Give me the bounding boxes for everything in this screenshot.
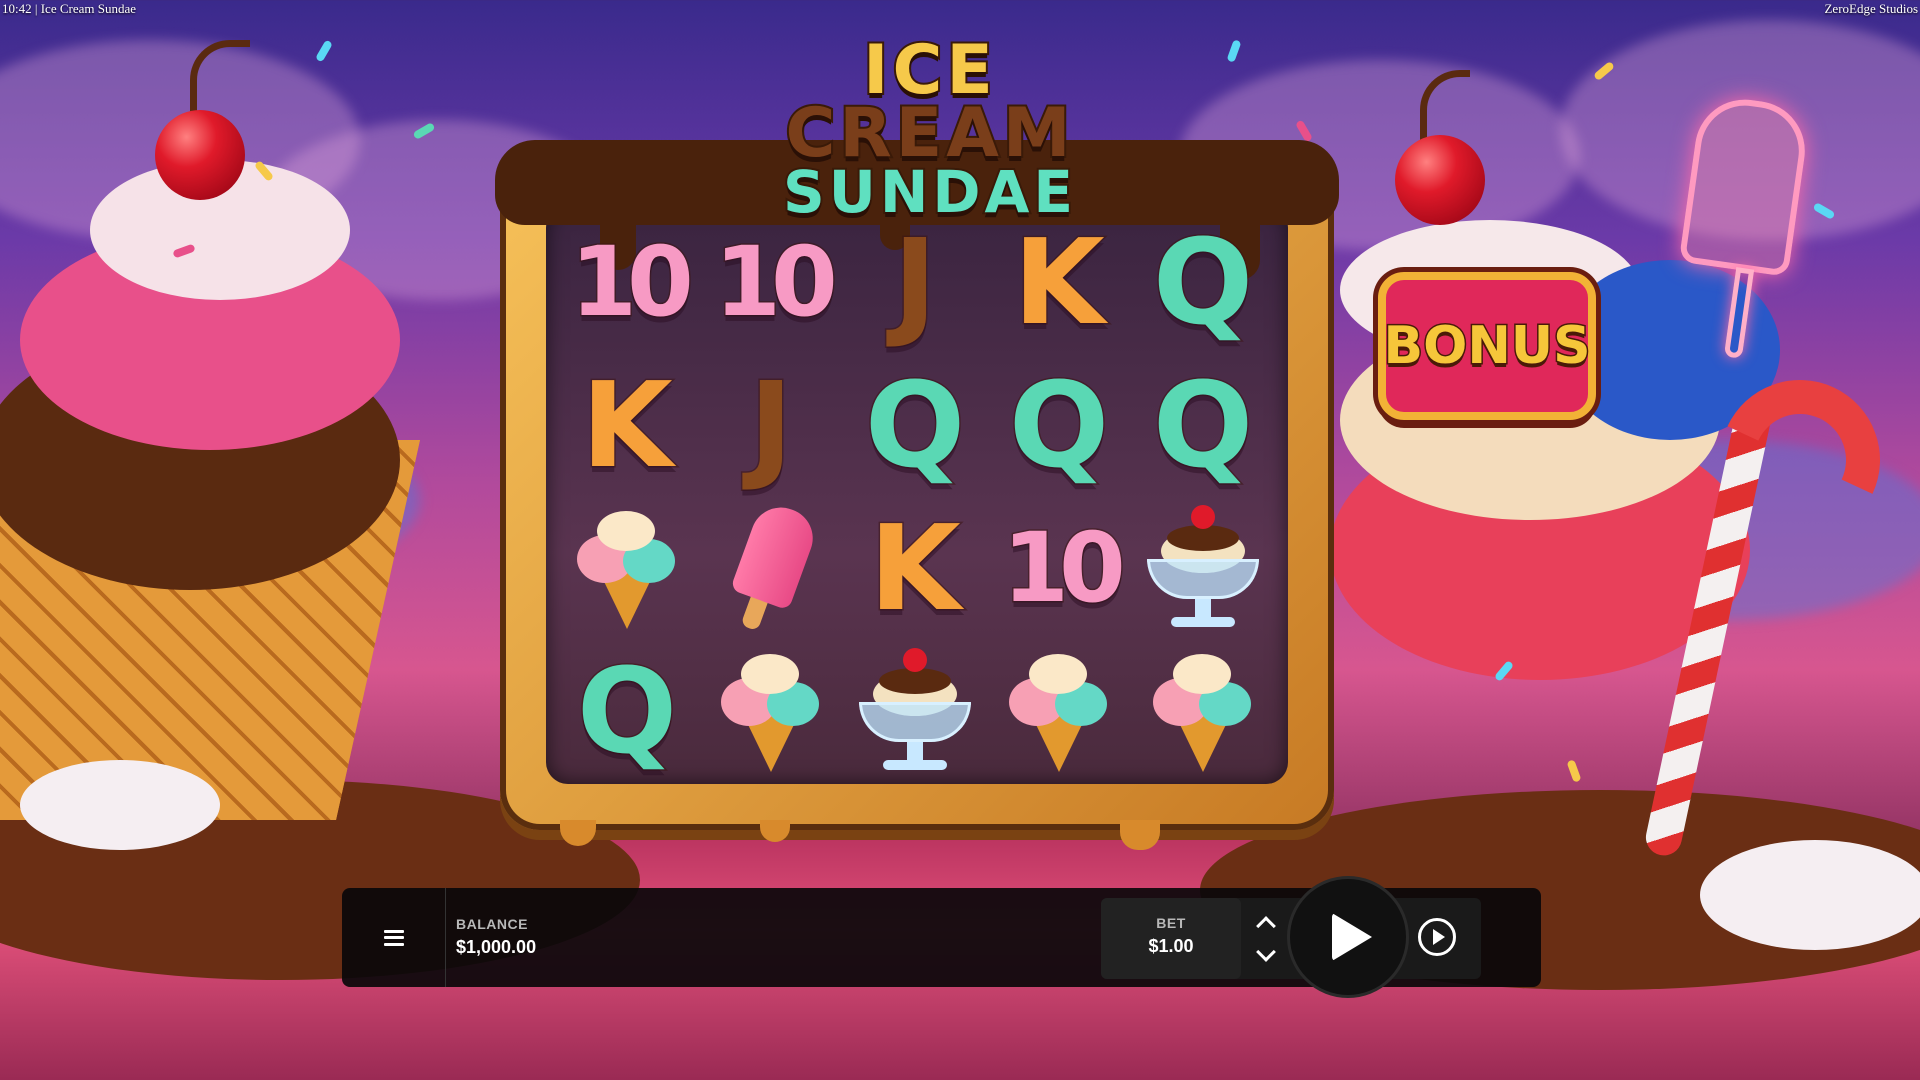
symbol-q: Q (1007, 355, 1110, 494)
reel-symbol: 10 (987, 496, 1131, 639)
reel-grid: 10 10 J K Q K J Q Q Q K 10 Q (555, 210, 1275, 785)
left-cherry (155, 110, 245, 200)
symbol-k: K (868, 498, 962, 637)
reel-symbol: K (843, 496, 987, 639)
sundae-icon (1141, 503, 1265, 633)
right-cherry (1395, 135, 1485, 225)
reel-symbol: J (843, 210, 987, 353)
menu-button[interactable] (342, 888, 446, 987)
reel-symbol (699, 496, 843, 639)
reel-symbol (1131, 496, 1275, 639)
chevron-up-icon[interactable] (1256, 915, 1276, 936)
window-title: 10:42 | Ice Cream Sundae (2, 1, 137, 16)
play-icon (1332, 913, 1372, 961)
popsicle-icon (696, 485, 846, 649)
reel-symbol: Q (843, 353, 987, 496)
symbol-k: K (1012, 212, 1106, 351)
reel-symbol: Q (1131, 210, 1275, 353)
bet-value: $1.00 (1148, 936, 1194, 956)
ice-cream-cone-icon (1143, 646, 1263, 776)
symbol-q: Q (863, 355, 966, 494)
bet-adjuster (1246, 898, 1286, 979)
bonus-label: BONUS (1382, 315, 1592, 378)
symbol-q: Q (1151, 212, 1254, 351)
reel-symbol: Q (1131, 353, 1275, 496)
studio-name: ZeroEdge Studios (1824, 1, 1918, 16)
reel-symbol (555, 496, 699, 639)
chevron-down-icon[interactable] (1256, 941, 1276, 962)
reel-symbol (987, 639, 1131, 782)
balance-value: $1,000.00 (456, 937, 537, 957)
logo-line-sundae: SUNDAE (781, 158, 1078, 226)
reel-symbol: Q (987, 353, 1131, 496)
logo-line-cream: CREAM (783, 94, 1075, 173)
ice-cream-cone-icon (999, 646, 1119, 776)
symbol-ten: 10 (1001, 511, 1128, 624)
balance-display: BALANCE $1,000.00 (456, 916, 536, 958)
reel-symbol: K (987, 210, 1131, 353)
ice-cream-cone-icon (567, 503, 687, 633)
reel-symbol: 10 (699, 210, 843, 353)
symbol-ten: 10 (569, 225, 696, 338)
hamburger-menu-icon (383, 929, 404, 946)
ice-cream-cone-icon (711, 646, 831, 776)
symbol-j: J (892, 212, 939, 351)
symbol-j: J (748, 355, 795, 494)
autoplay-button[interactable] (1418, 918, 1456, 956)
reel-symbol (699, 639, 843, 782)
spin-button[interactable] (1287, 876, 1409, 998)
reel-symbol: 10 (555, 210, 699, 353)
reel-symbol (1131, 639, 1275, 782)
symbol-q: Q (575, 641, 678, 780)
symbol-k: K (580, 355, 674, 494)
reel-symbol (843, 639, 987, 782)
bet-display: BET $1.00 (1101, 898, 1241, 979)
reel-symbol: J (699, 353, 843, 496)
sundae-icon (853, 646, 977, 776)
symbol-q: Q (1151, 355, 1254, 494)
symbol-ten: 10 (713, 225, 840, 338)
balance-label: BALANCE (456, 916, 528, 932)
reel-symbol: Q (555, 639, 699, 782)
reel-symbol: K (555, 353, 699, 496)
bet-label: BET (1156, 915, 1186, 931)
bonus-sign[interactable]: BONUS (1378, 272, 1596, 420)
game-logo: ICE CREAM SUNDAE (680, 20, 1180, 226)
autoplay-icon (1432, 929, 1445, 945)
